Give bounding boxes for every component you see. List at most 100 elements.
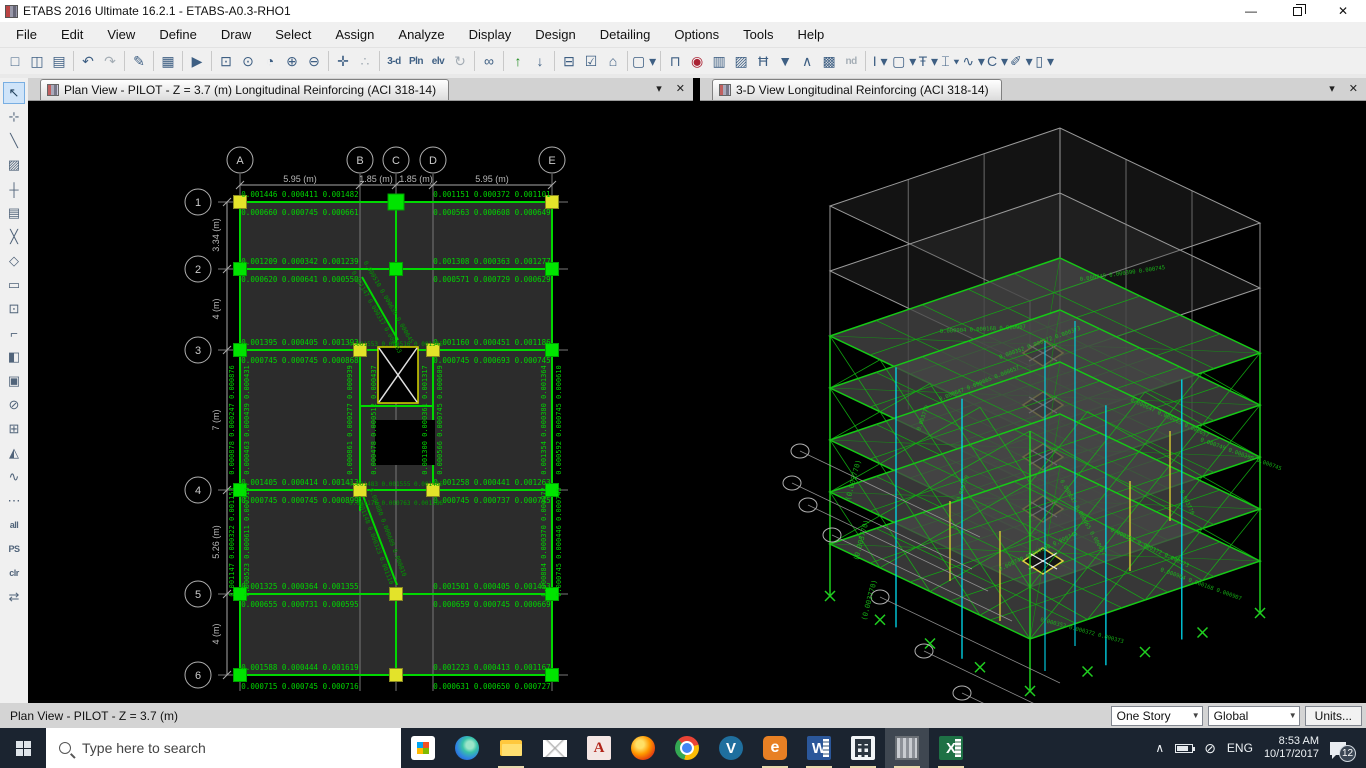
select-objects-icon[interactable]: ⊟ xyxy=(558,50,580,72)
edit-pencil-icon[interactable]: ✎ xyxy=(128,50,150,72)
select-check-icon[interactable]: ☑ xyxy=(580,50,602,72)
pen-section-icon[interactable]: ✐ ▾ xyxy=(1009,50,1034,72)
menu-item[interactable]: Options xyxy=(662,23,731,46)
restore-full-view-icon[interactable]: ⊙ xyxy=(237,50,259,72)
menu-item[interactable]: Assign xyxy=(323,23,386,46)
pan-icon[interactable]: ✛ xyxy=(332,50,354,72)
draw-floor-icon[interactable]: ◇ xyxy=(3,250,25,272)
taskbar-app-edge[interactable] xyxy=(445,728,489,768)
nd-label-icon[interactable]: nd xyxy=(840,50,862,72)
clear-selection-icon[interactable]: clr xyxy=(3,562,25,584)
draw-h-frame-icon[interactable]: Ħ xyxy=(752,50,774,72)
draw-beam-icon[interactable]: ╲ xyxy=(3,130,25,152)
language-indicator[interactable]: ENG xyxy=(1227,741,1253,755)
view-plan-icon[interactable]: Pln xyxy=(405,50,427,72)
taskbar-app-e[interactable]: e xyxy=(753,728,797,768)
taskbar-app-v[interactable]: V xyxy=(709,728,753,768)
draw-wall-icon[interactable]: ▥ xyxy=(708,50,730,72)
menu-item[interactable]: File xyxy=(4,23,49,46)
taskbar-app-calculator[interactable] xyxy=(841,728,885,768)
rubber-band-zoom-icon[interactable]: ⊡ xyxy=(215,50,237,72)
column-section-icon[interactable]: ▢ ▾ xyxy=(891,50,917,72)
snap-to-point-icon[interactable]: ◉ xyxy=(686,50,708,72)
menu-item[interactable]: Help xyxy=(786,23,837,46)
draw-reference-points-icon[interactable]: ⋯ xyxy=(3,490,25,512)
taskbar-app-chrome[interactable] xyxy=(665,728,709,768)
menu-item[interactable]: Define xyxy=(147,23,209,46)
menu-item[interactable]: Draw xyxy=(209,23,263,46)
quick-draw-brace-icon[interactable]: ┼ xyxy=(3,178,25,200)
undo-icon[interactable]: ↶ xyxy=(77,50,99,72)
quick-draw-braces-icon[interactable]: ╳ xyxy=(3,226,25,248)
object-shrink-toggle-icon[interactable]: ∞ xyxy=(478,50,500,72)
taskbar-app-firefox[interactable] xyxy=(621,728,665,768)
building-view-icon[interactable]: ⌂ xyxy=(602,50,624,72)
taskbar-clock[interactable]: 8:53 AM 10/17/2017 xyxy=(1264,735,1319,761)
view-3d-icon[interactable]: 3-d xyxy=(383,50,405,72)
draw-dimension-line-icon[interactable]: ∿ xyxy=(3,466,25,488)
start-button[interactable] xyxy=(0,728,46,768)
menu-item[interactable]: Detailing xyxy=(588,23,663,46)
draw-window-icon[interactable]: ▣ xyxy=(3,370,25,392)
quick-draw-wall-icon[interactable]: ◧ xyxy=(3,346,25,368)
wall-section-icon[interactable]: ∿ ▾ xyxy=(961,50,986,72)
quick-draw-floor-icon[interactable]: ⊡ xyxy=(3,298,25,320)
new-model-icon[interactable]: □ xyxy=(4,50,26,72)
shape-dropdown-icon[interactable]: ▢ ▾ xyxy=(631,50,657,72)
move-up-in-list-icon[interactable]: ↑ xyxy=(507,50,529,72)
select-all-icon[interactable]: all xyxy=(3,514,25,536)
draw-null-line-icon[interactable]: ⊘ xyxy=(3,394,25,416)
menu-item[interactable]: View xyxy=(95,23,147,46)
draw-rect-floor-icon[interactable]: ▭ xyxy=(3,274,25,296)
taskbar-search[interactable]: Type here to search xyxy=(46,728,401,768)
draw-frame-icon[interactable]: ⊓ xyxy=(664,50,686,72)
minimize-button[interactable]: — xyxy=(1228,0,1274,22)
reshape-object-icon[interactable]: ⊹ xyxy=(3,106,25,128)
draw-tent-icon[interactable]: ∧ xyxy=(796,50,818,72)
tee-section-icon[interactable]: Ŧ ▾ xyxy=(917,50,939,72)
menu-item[interactable]: Select xyxy=(263,23,323,46)
menu-item[interactable]: Tools xyxy=(731,23,785,46)
battery-icon[interactable] xyxy=(1175,744,1193,753)
view-3d-close-icon[interactable]: ✕ xyxy=(1349,82,1358,95)
taskbar-app-explorer[interactable] xyxy=(489,728,533,768)
draw-wall-stack-icon[interactable]: ⌐ xyxy=(3,322,25,344)
view-elevation-icon[interactable]: elv xyxy=(427,50,449,72)
door-section-icon[interactable]: ▯ ▾ xyxy=(1034,50,1056,72)
wide-flange-section-icon[interactable]: ⌶ ▾ xyxy=(939,50,961,72)
image-view-icon[interactable]: ▩ xyxy=(818,50,840,72)
view-3d-dropdown-icon[interactable]: ▾ xyxy=(1329,82,1335,95)
previous-selection-icon[interactable]: PS xyxy=(3,538,25,560)
drop-load-icon[interactable]: ▼ xyxy=(774,50,796,72)
quick-draw-beam-icon[interactable]: ▨ xyxy=(3,154,25,176)
draw-grid-icon[interactable]: ⊞ xyxy=(3,418,25,440)
plan-canvas[interactable]: A B C D E 1 2 3 4 5 6 5.95 (m) 1.85 (m) … xyxy=(28,101,693,703)
select-pointer-icon[interactable]: ↖ xyxy=(3,82,25,104)
taskbar-app-excel[interactable]: X xyxy=(929,728,973,768)
previous-zoom-icon[interactable]: ◔ xyxy=(259,50,281,72)
close-button[interactable]: ✕ xyxy=(1320,0,1366,22)
taskbar-app-store[interactable] xyxy=(401,728,445,768)
open-model-icon[interactable]: ◫ xyxy=(26,50,48,72)
taskbar-app-word[interactable]: W xyxy=(797,728,841,768)
coord-system-selector[interactable]: Global▼ xyxy=(1208,706,1300,726)
menu-item[interactable]: Analyze xyxy=(386,23,456,46)
network-globe-icon[interactable]: ⊘ xyxy=(1204,740,1216,757)
plan-view-tab[interactable]: Plan View - PILOT - Z = 3.7 (m) Longitud… xyxy=(40,79,449,100)
zoom-out-icon[interactable]: ⊖ xyxy=(303,50,325,72)
zoom-in-icon[interactable]: ⊕ xyxy=(281,50,303,72)
view-3d-tab[interactable]: 3-D View Longitudinal Reinforcing (ACI 3… xyxy=(712,79,1002,100)
channel-section-icon[interactable]: C ▾ xyxy=(986,50,1009,72)
save-model-icon[interactable]: ▤ xyxy=(48,50,70,72)
plan-view-close-icon[interactable]: ✕ xyxy=(676,82,685,95)
notification-icon[interactable]: 12 xyxy=(1330,742,1346,755)
pane-divider[interactable] xyxy=(693,78,700,703)
rotate-3d-view-icon[interactable]: ↻ xyxy=(449,50,471,72)
taskbar-app-autocad[interactable]: A xyxy=(577,728,621,768)
draw-ramp-side-icon[interactable]: ◭ xyxy=(3,442,25,464)
frame-i-section-icon[interactable]: I ▾ xyxy=(869,50,891,72)
restore-button[interactable] xyxy=(1274,0,1320,22)
plan-view-dropdown-icon[interactable]: ▾ xyxy=(656,82,662,95)
walkthrough-icon[interactable]: ∴ xyxy=(354,50,376,72)
story-selector[interactable]: One Story▼ xyxy=(1111,706,1203,726)
